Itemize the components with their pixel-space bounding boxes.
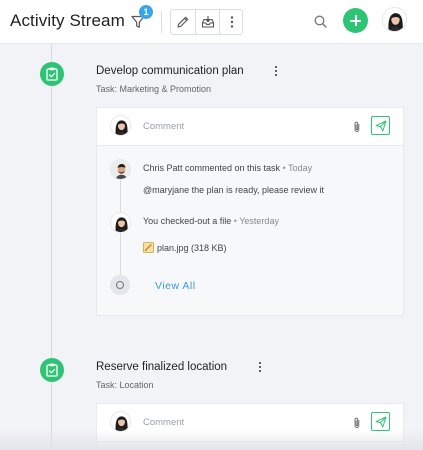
activity-text: Chris Patt commented on this task (143, 163, 281, 173)
file-name[interactable]: plan.jpg (318 KB) (157, 243, 227, 253)
timeline-line (51, 44, 52, 450)
send-icon (375, 416, 387, 428)
more-vertical-icon (259, 362, 262, 365)
checkout-button[interactable] (196, 10, 220, 34)
app-header: Activity Stream 1 (0, 0, 423, 44)
edit-button[interactable] (171, 10, 195, 34)
toolbar-group (170, 9, 243, 35)
activity-header: Chris Patt commented on this task • Toda… (143, 163, 312, 173)
avatar (110, 159, 131, 180)
user-avatar[interactable] (382, 7, 407, 32)
task-icon (40, 62, 64, 86)
header-divider (161, 11, 162, 33)
task-more-button[interactable] (270, 65, 282, 79)
activity-text: You checked-out a file (143, 216, 232, 226)
send-button[interactable] (371, 116, 390, 135)
activity-card: Comment Chris Patt commented on this tas… (96, 107, 404, 316)
filter-count-badge: 1 (139, 5, 153, 19)
view-all-node (110, 275, 130, 295)
search-icon (314, 15, 327, 28)
activity-time: Yesterday (239, 216, 279, 226)
scroll-shade (0, 430, 423, 450)
activity-header: You checked-out a file • Yesterday (143, 216, 279, 226)
avatar (110, 115, 131, 136)
task-title[interactable]: Reserve finalized location (96, 361, 227, 373)
clipboard-check-icon (46, 363, 58, 377)
more-vertical-icon (275, 66, 278, 69)
comment-bar[interactable]: Comment (97, 108, 403, 146)
add-button[interactable] (343, 8, 368, 33)
task-icon (40, 358, 64, 382)
activity-time: Today (288, 163, 313, 173)
comment-input[interactable]: Comment (143, 417, 184, 428)
inbox-download-icon (201, 16, 215, 28)
task-project: Task: Marketing & Promotion (96, 84, 212, 94)
task-title[interactable]: Develop communication plan (96, 65, 244, 77)
avatar (110, 212, 131, 233)
page-title: Activity Stream (10, 11, 125, 30)
comment-body: @maryjane the plan is ready, please revi… (143, 185, 325, 195)
send-icon (375, 120, 387, 132)
paperclip-icon[interactable] (353, 417, 361, 429)
task-more-button[interactable] (254, 361, 266, 375)
filter-button[interactable]: 1 (126, 5, 153, 34)
image-file-icon (143, 242, 154, 253)
activity-separator: • (233, 216, 237, 226)
comment-input[interactable]: Comment (143, 121, 184, 132)
send-button[interactable] (371, 412, 390, 431)
search-button[interactable] (312, 13, 330, 31)
clipboard-check-icon (46, 67, 58, 81)
paperclip-icon[interactable] (353, 121, 361, 133)
activity-separator: • (282, 163, 286, 173)
avatar (110, 411, 131, 432)
view-all-link[interactable]: View All (155, 280, 196, 292)
file-attachment[interactable]: plan.jpg (318 KB) (143, 242, 227, 253)
more-options-button[interactable] (220, 10, 244, 34)
pencil-icon (177, 16, 189, 28)
task-project: Task: Location (96, 380, 154, 390)
more-vertical-icon (230, 16, 234, 28)
